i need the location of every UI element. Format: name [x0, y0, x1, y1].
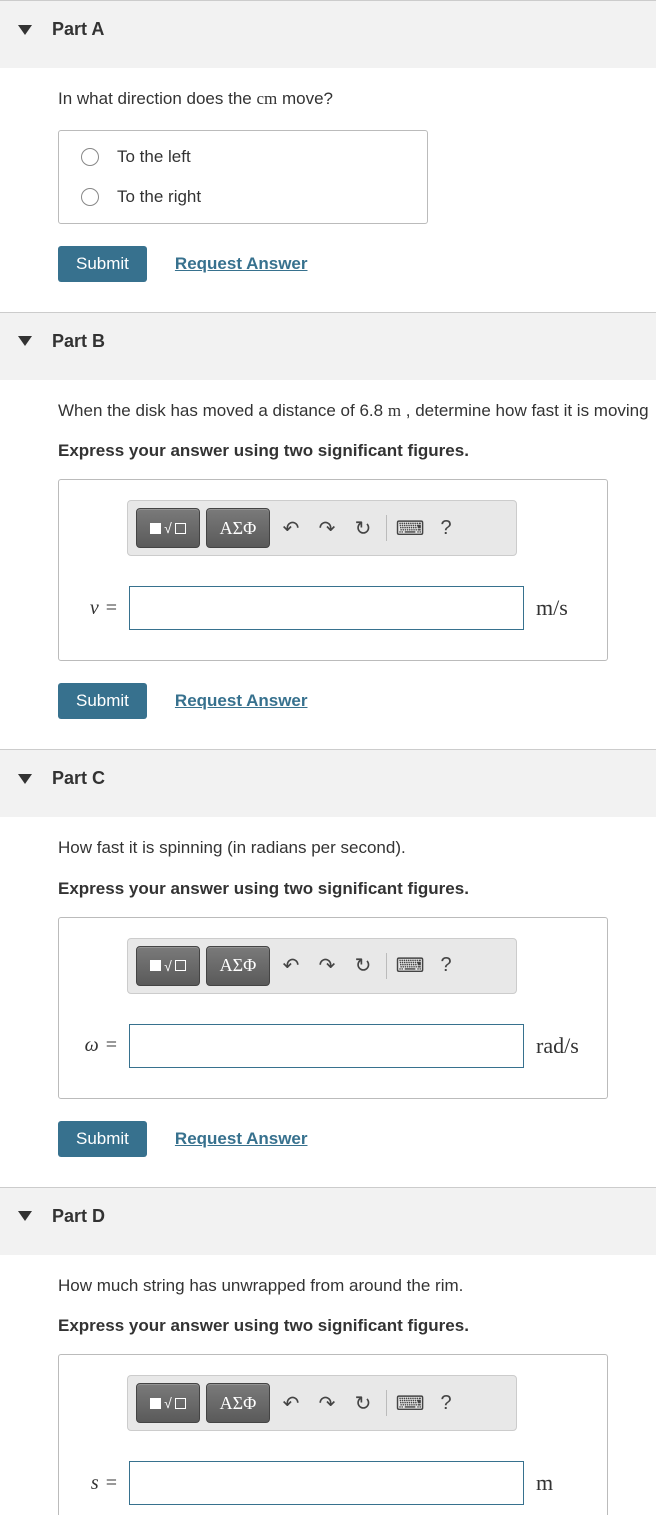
- part-d: Part D How much string has unwrapped fro…: [0, 1187, 656, 1515]
- part-c-answer-frame: √ ΑΣΦ ↶ ↷ ↻ ⌨ ? ω = rad/s: [58, 917, 608, 1099]
- help-icon[interactable]: ?: [431, 1388, 461, 1418]
- undo-icon[interactable]: ↶: [276, 1388, 306, 1418]
- equation-toolbar: √ ΑΣΦ ↶ ↷ ↻ ⌨ ?: [127, 500, 517, 556]
- part-a-body: In what direction does the cm move? To t…: [0, 68, 656, 312]
- help-icon[interactable]: ?: [431, 951, 461, 981]
- equation-toolbar: √ ΑΣΦ ↶ ↷ ↻ ⌨ ?: [127, 1375, 517, 1431]
- part-c-buttons: Submit Request Answer: [58, 1121, 656, 1157]
- part-a-buttons: Submit Request Answer: [58, 246, 656, 282]
- part-b-buttons: Submit Request Answer: [58, 683, 656, 719]
- part-b-body: When the disk has moved a distance of 6.…: [0, 380, 656, 750]
- greek-button[interactable]: ΑΣΦ: [206, 1383, 270, 1423]
- part-a-options: To the left To the right: [58, 130, 428, 224]
- separator: [386, 953, 387, 979]
- submit-button[interactable]: Submit: [58, 683, 147, 719]
- units-label: m: [536, 1470, 553, 1496]
- reset-icon[interactable]: ↻: [348, 951, 378, 981]
- variable-label: v =: [77, 597, 117, 620]
- request-answer-link[interactable]: Request Answer: [175, 1129, 308, 1149]
- greek-button[interactable]: ΑΣΦ: [206, 508, 270, 548]
- part-d-answer-frame: √ ΑΣΦ ↶ ↷ ↻ ⌨ ? s = m: [58, 1354, 608, 1515]
- part-a-question: In what direction does the cm move?: [58, 86, 656, 112]
- greek-button[interactable]: ΑΣΦ: [206, 946, 270, 986]
- keyboard-icon[interactable]: ⌨: [395, 513, 425, 543]
- part-b-header[interactable]: Part B: [0, 313, 656, 380]
- part-d-header[interactable]: Part D: [0, 1188, 656, 1255]
- variable-label: ω =: [77, 1034, 117, 1057]
- part-d-body: How much string has unwrapped from aroun…: [0, 1255, 656, 1515]
- radio-icon: [81, 148, 99, 166]
- part-d-question: How much string has unwrapped from aroun…: [58, 1273, 656, 1299]
- part-a-header[interactable]: Part A: [0, 1, 656, 68]
- option-left[interactable]: To the left: [59, 137, 427, 177]
- part-c: Part C How fast it is spinning (in radia…: [0, 749, 656, 1187]
- option-right[interactable]: To the right: [59, 177, 427, 217]
- answer-input[interactable]: [129, 1024, 524, 1068]
- separator: [386, 515, 387, 541]
- redo-icon[interactable]: ↷: [312, 1388, 342, 1418]
- templates-button[interactable]: √: [136, 508, 200, 548]
- separator: [386, 1390, 387, 1416]
- caret-down-icon: [18, 336, 32, 346]
- undo-icon[interactable]: ↶: [276, 951, 306, 981]
- variable-label: s =: [77, 1472, 117, 1495]
- reset-icon[interactable]: ↻: [348, 1388, 378, 1418]
- part-b: Part B When the disk has moved a distanc…: [0, 312, 656, 750]
- part-a: Part A In what direction does the cm mov…: [0, 0, 656, 312]
- part-d-input-row: s = m: [77, 1461, 589, 1505]
- option-label: To the right: [117, 187, 201, 207]
- help-icon[interactable]: ?: [431, 513, 461, 543]
- part-b-question: When the disk has moved a distance of 6.…: [58, 398, 656, 424]
- answer-input[interactable]: [129, 586, 524, 630]
- part-b-title: Part B: [52, 331, 105, 352]
- caret-down-icon: [18, 25, 32, 35]
- reset-icon[interactable]: ↻: [348, 513, 378, 543]
- part-b-instruction: Express your answer using two significan…: [58, 441, 656, 461]
- request-answer-link[interactable]: Request Answer: [175, 691, 308, 711]
- caret-down-icon: [18, 774, 32, 784]
- part-c-body: How fast it is spinning (in radians per …: [0, 817, 656, 1187]
- part-d-title: Part D: [52, 1206, 105, 1227]
- part-c-title: Part C: [52, 768, 105, 789]
- caret-down-icon: [18, 1211, 32, 1221]
- units-label: rad/s: [536, 1033, 579, 1059]
- undo-icon[interactable]: ↶: [276, 513, 306, 543]
- submit-button[interactable]: Submit: [58, 246, 147, 282]
- submit-button[interactable]: Submit: [58, 1121, 147, 1157]
- templates-button[interactable]: √: [136, 1383, 200, 1423]
- part-b-answer-frame: √ ΑΣΦ ↶ ↷ ↻ ⌨ ? v = m/s: [58, 479, 608, 661]
- redo-icon[interactable]: ↷: [312, 513, 342, 543]
- answer-input[interactable]: [129, 1461, 524, 1505]
- radio-icon: [81, 188, 99, 206]
- option-label: To the left: [117, 147, 191, 167]
- request-answer-link[interactable]: Request Answer: [175, 254, 308, 274]
- redo-icon[interactable]: ↷: [312, 951, 342, 981]
- part-c-instruction: Express your answer using two significan…: [58, 879, 656, 899]
- equation-toolbar: √ ΑΣΦ ↶ ↷ ↻ ⌨ ?: [127, 938, 517, 994]
- part-a-title: Part A: [52, 19, 104, 40]
- units-label: m/s: [536, 595, 568, 621]
- part-b-input-row: v = m/s: [77, 586, 589, 630]
- part-c-header[interactable]: Part C: [0, 750, 656, 817]
- part-d-instruction: Express your answer using two significan…: [58, 1316, 656, 1336]
- keyboard-icon[interactable]: ⌨: [395, 1388, 425, 1418]
- templates-button[interactable]: √: [136, 946, 200, 986]
- keyboard-icon[interactable]: ⌨: [395, 951, 425, 981]
- part-c-input-row: ω = rad/s: [77, 1024, 589, 1068]
- part-c-question: How fast it is spinning (in radians per …: [58, 835, 656, 861]
